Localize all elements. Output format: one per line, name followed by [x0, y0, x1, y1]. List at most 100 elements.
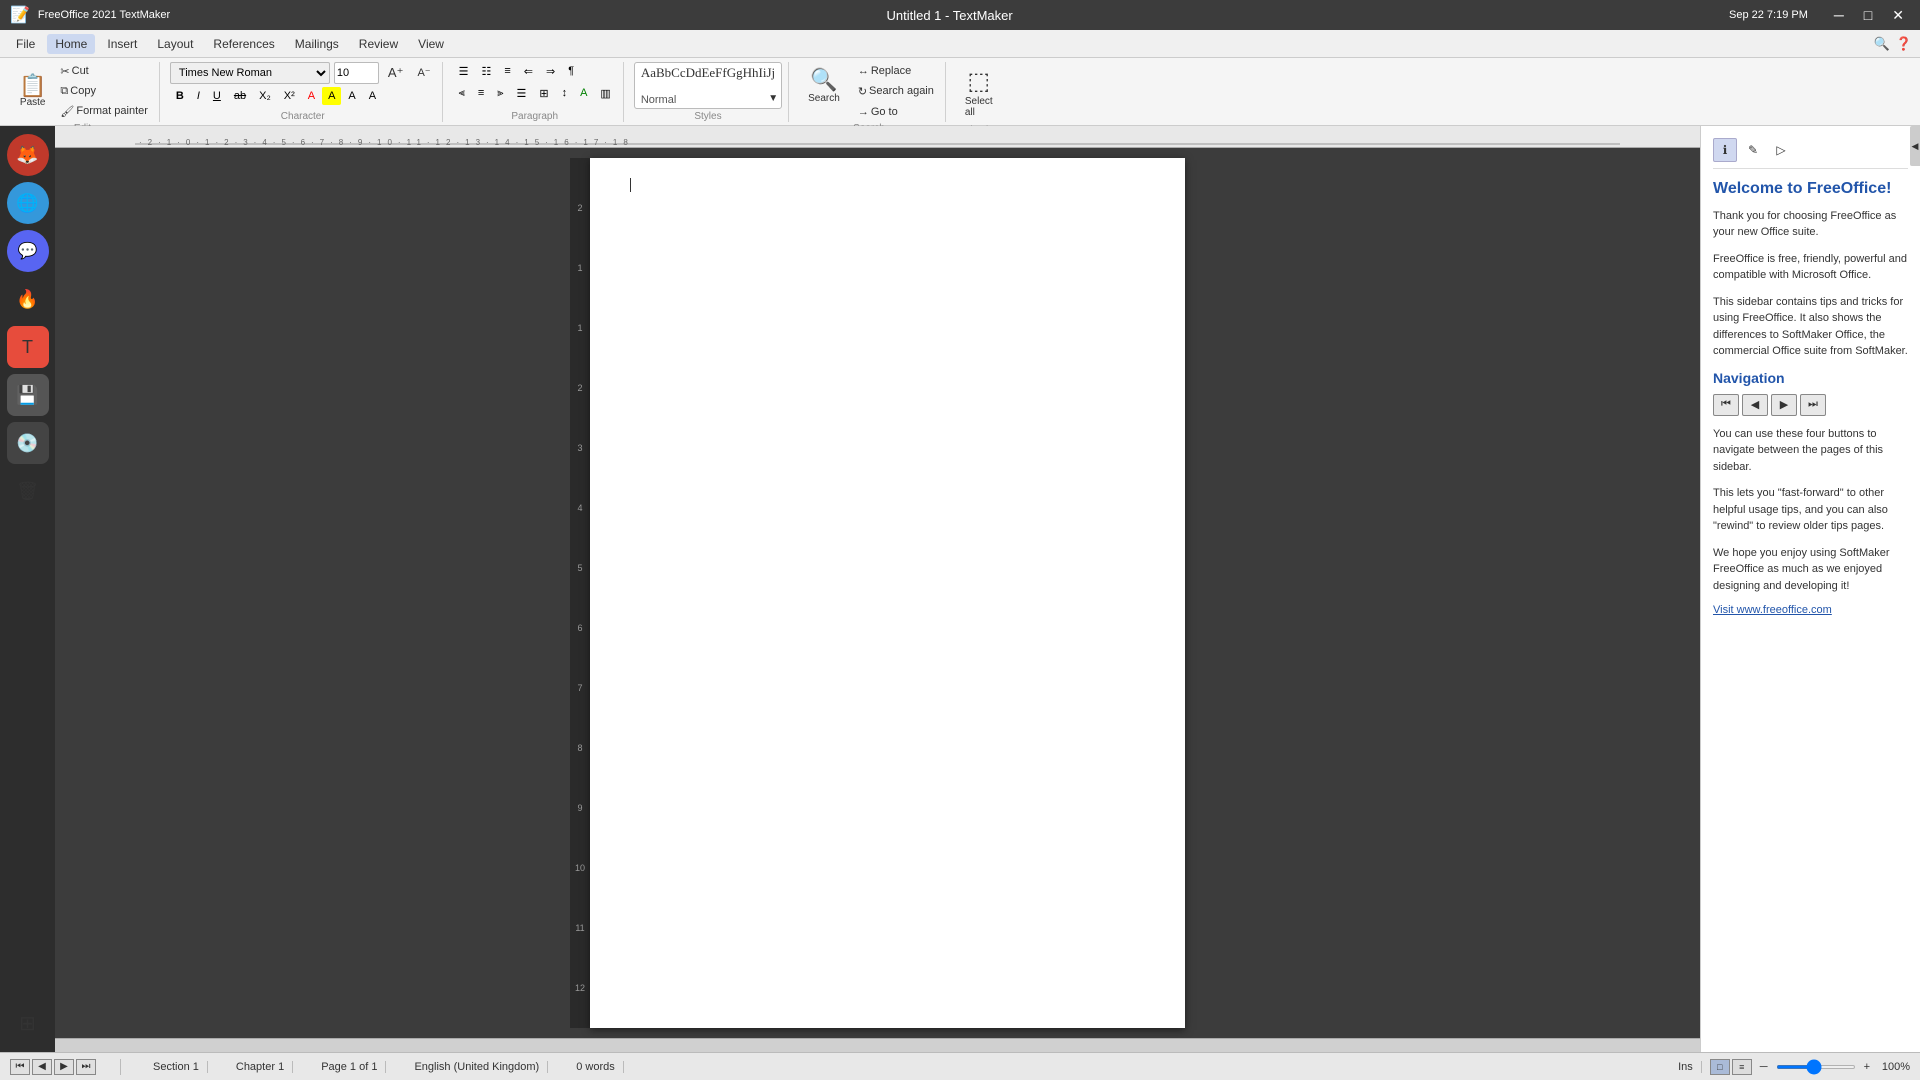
- zoom-plus-icon[interactable]: +: [1864, 1061, 1870, 1073]
- page-container[interactable]: 2 1 1 2 3 4 5 6 7 8 9 10 11 12 13 14 15: [55, 148, 1700, 1038]
- sidebar-header-icons: ℹ ✎ ▷: [1713, 138, 1908, 169]
- zoom-minus-icon[interactable]: ─: [1760, 1061, 1768, 1073]
- restore-btn[interactable]: □: [1858, 7, 1878, 23]
- minimize-btn[interactable]: ─: [1828, 7, 1850, 23]
- menu-review[interactable]: Review: [351, 34, 406, 54]
- goto-icon: →: [858, 106, 869, 118]
- ins-status: Ins: [1670, 1061, 1702, 1073]
- page-view-reading-button[interactable]: ≡: [1732, 1059, 1752, 1075]
- document-page[interactable]: [590, 158, 1185, 1028]
- zoom-slider[interactable]: [1776, 1065, 1856, 1069]
- ordered-list-button[interactable]: ☷: [475, 62, 497, 81]
- paste-button[interactable]: 📋 Paste: [12, 72, 53, 111]
- language-status: English (United Kingdom): [406, 1061, 548, 1073]
- align-right-button[interactable]: ⫸: [491, 84, 509, 103]
- sidebar-collapse-button[interactable]: ◀: [1910, 126, 1920, 166]
- border-button[interactable]: ▥: [594, 84, 616, 103]
- paste-icon: 📋: [19, 75, 46, 97]
- dock-firefox2[interactable]: 🔥: [7, 278, 49, 320]
- fill-color-button[interactable]: A: [574, 84, 593, 103]
- search-again-button[interactable]: ↻ Search again: [853, 82, 939, 101]
- char-extra-btn2[interactable]: A: [363, 87, 382, 105]
- align-left-button[interactable]: ⫷: [453, 84, 471, 103]
- next-page-button[interactable]: ▶: [54, 1059, 74, 1075]
- font-color-button[interactable]: A: [302, 87, 321, 105]
- help-icon[interactable]: ❓: [1896, 36, 1912, 52]
- last-page-button[interactable]: ⏭: [76, 1059, 96, 1075]
- italic-button[interactable]: I: [191, 87, 206, 105]
- indent-left-button[interactable]: ⇐: [518, 62, 539, 81]
- sidebar-visit-link[interactable]: Visit www.freeoffice.com: [1713, 604, 1908, 616]
- help-search-icon[interactable]: 🔍: [1874, 36, 1890, 52]
- font-shrink-button[interactable]: A⁻: [412, 63, 435, 82]
- font-grow-button[interactable]: A⁺: [383, 62, 409, 84]
- styles-preview-button[interactable]: AaBbCcDdEeFfGgHhIiJj Normal ▼: [634, 62, 782, 109]
- align-center-button[interactable]: ≡: [472, 84, 490, 103]
- bold-button[interactable]: B: [170, 87, 190, 105]
- format-painter-button[interactable]: 🖌 Format painter: [55, 102, 153, 121]
- cut-icon: ✂: [60, 65, 69, 78]
- superscript-button[interactable]: X²: [278, 87, 301, 105]
- styles-group-label: Styles: [694, 111, 721, 122]
- dock-discord[interactable]: 💬: [7, 230, 49, 272]
- sidebar-info-button[interactable]: ℹ: [1713, 138, 1737, 162]
- page-view-normal-button[interactable]: □: [1710, 1059, 1730, 1075]
- prev-page-button[interactable]: ◀: [32, 1059, 52, 1075]
- menu-layout[interactable]: Layout: [149, 34, 201, 54]
- app-name: FreeOffice 2021 TextMaker: [38, 9, 170, 21]
- dock-browser[interactable]: 🌐: [7, 182, 49, 224]
- dock-textmaker[interactable]: T: [7, 326, 49, 368]
- indent-right-button[interactable]: ⇒: [540, 62, 561, 81]
- strikethrough-button[interactable]: ab: [228, 87, 252, 105]
- search-button[interactable]: 🔍 Search: [799, 62, 849, 109]
- underline-button[interactable]: U: [207, 87, 227, 105]
- zoom-level: 100%: [1878, 1061, 1910, 1073]
- font-size-input[interactable]: [334, 62, 379, 84]
- menu-mailings[interactable]: Mailings: [287, 34, 347, 54]
- goto-button[interactable]: → Go to: [853, 103, 939, 121]
- nav-prev-button[interactable]: ◀: [1742, 394, 1768, 416]
- line-spacing-button[interactable]: ↕: [556, 84, 574, 103]
- sidebar-nav-text1: You can use these four buttons to naviga…: [1713, 426, 1908, 476]
- sidebar-para3: This sidebar contains tips and tricks fo…: [1713, 294, 1908, 360]
- outline-list-button[interactable]: ≡: [498, 62, 516, 81]
- align-justify-button[interactable]: ☰: [510, 84, 532, 103]
- cut-button[interactable]: ✂ Cut: [55, 62, 153, 81]
- para-marks-button[interactable]: ¶: [562, 62, 580, 81]
- columns-button[interactable]: ⊞: [533, 84, 554, 103]
- menu-home[interactable]: Home: [47, 34, 95, 54]
- dock-apps-grid[interactable]: ⊞: [7, 1002, 49, 1044]
- menu-view[interactable]: View: [410, 34, 452, 54]
- char-extra-btn1[interactable]: A: [342, 87, 361, 105]
- dock-trash[interactable]: 🗑: [7, 470, 49, 512]
- sidebar-nav-title: Navigation: [1713, 370, 1908, 386]
- horizontal-scrollbar[interactable]: [55, 1038, 1700, 1052]
- dock-drive2[interactable]: 💿: [7, 422, 49, 464]
- nav-last-button[interactable]: ⏭: [1800, 394, 1826, 416]
- search-again-icon: ↻: [858, 85, 867, 98]
- menu-insert[interactable]: Insert: [99, 34, 145, 54]
- app-logo-icon: 📝: [10, 5, 30, 25]
- unordered-list-button[interactable]: ☰: [453, 62, 475, 81]
- nav-next-button[interactable]: ▶: [1771, 394, 1797, 416]
- highlight-button[interactable]: A: [322, 87, 341, 105]
- copy-label: Copy: [70, 85, 96, 97]
- select-all-button[interactable]: ⬚ Select all: [956, 62, 1002, 123]
- font-name-select[interactable]: Times New Roman: [170, 62, 330, 84]
- sidebar-edit-button[interactable]: ✎: [1741, 138, 1765, 162]
- ruler-inner: // ruler ticks will be inline ·2·1·0·1·2…: [135, 126, 1620, 147]
- styles-arrow-icon: ▼: [768, 93, 778, 104]
- replace-button[interactable]: ↔ Replace: [853, 62, 939, 80]
- menu-references[interactable]: References: [205, 34, 282, 54]
- edit-group: 📋 Paste ✂ Cut ⧉ Copy 🖌 Format painter Ed…: [6, 62, 160, 122]
- copy-button[interactable]: ⧉ Copy: [55, 82, 153, 101]
- subscript-button[interactable]: X₂: [253, 87, 277, 105]
- menu-file[interactable]: File: [8, 34, 43, 54]
- edit-top-row: 📋 Paste ✂ Cut ⧉ Copy 🖌 Format painter: [12, 62, 153, 121]
- sidebar-nav-text3: We hope you enjoy using SoftMaker FreeOf…: [1713, 545, 1908, 595]
- dock-drive[interactable]: 💾: [7, 374, 49, 416]
- nav-first-button[interactable]: ⏮: [1713, 394, 1739, 416]
- close-btn[interactable]: ✕: [1886, 7, 1910, 24]
- sidebar-nav-button[interactable]: ▷: [1769, 138, 1793, 162]
- first-page-button[interactable]: ⏮: [10, 1059, 30, 1075]
